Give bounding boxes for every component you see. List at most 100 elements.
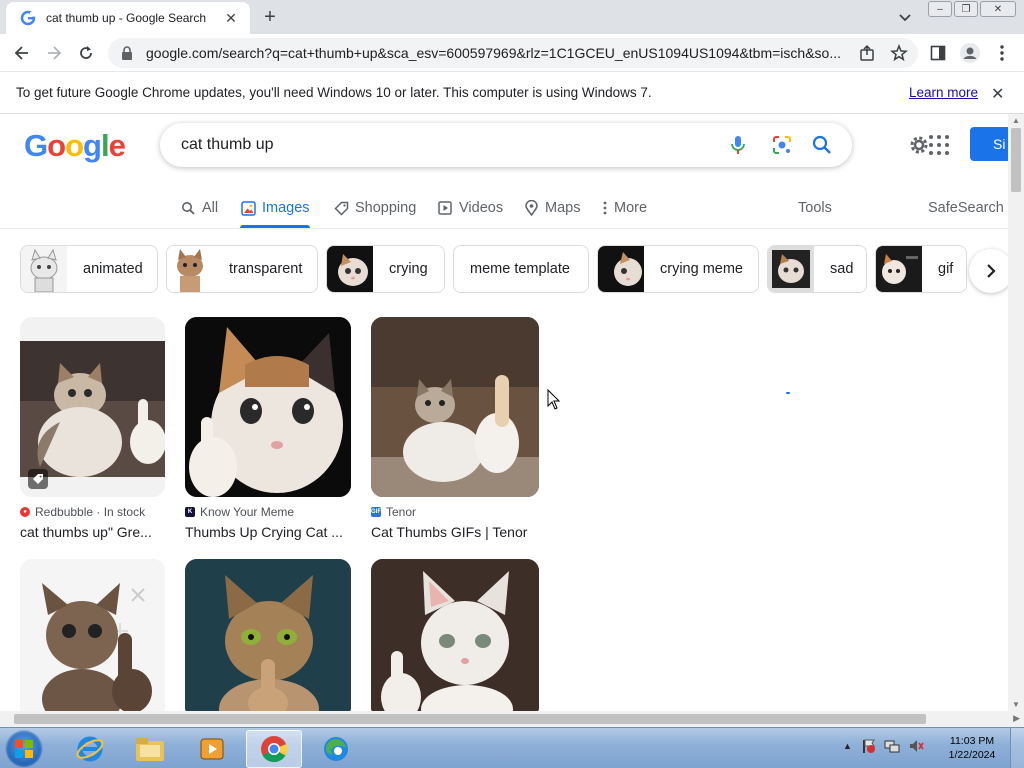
image-icon xyxy=(240,200,256,216)
system-tray: ▲ xyxy=(843,738,924,754)
profile-avatar-icon[interactable] xyxy=(958,41,982,65)
forward-button[interactable] xyxy=(42,41,66,65)
image-result[interactable]: K Know Your Meme Thumbs Up Crying Cat ..… xyxy=(185,317,351,540)
media-player-taskbar-button[interactable] xyxy=(184,730,240,768)
result-source: GIF Tenor xyxy=(371,505,417,519)
refinement-chips: animated transparent crying meme templat… xyxy=(20,245,1008,293)
tab-videos[interactable]: Videos xyxy=(437,188,503,228)
tab-more[interactable]: More xyxy=(602,188,647,228)
window-controls: – ❐ ✕ xyxy=(928,1,1016,17)
tools-button[interactable]: Tools xyxy=(798,188,832,228)
tab-maps[interactable]: Maps xyxy=(523,188,580,228)
chip-animated[interactable]: animated xyxy=(20,245,158,293)
microphone-icon[interactable] xyxy=(727,134,749,156)
browser-tab[interactable]: cat thumb up - Google Search ✕ xyxy=(6,2,250,34)
result-title[interactable]: Cat Thumbs GIFs | Tenor xyxy=(371,524,539,540)
internet-explorer-taskbar-button[interactable] xyxy=(62,730,118,768)
result-thumbnail[interactable] xyxy=(20,317,165,497)
restore-button[interactable]: ❐ xyxy=(954,1,978,17)
share-icon[interactable] xyxy=(858,44,876,67)
chrome-taskbar-button[interactable] xyxy=(246,730,302,768)
search-box[interactable]: cat thumb up xyxy=(160,123,852,167)
vertical-scroll-thumb[interactable] xyxy=(1011,128,1021,192)
safesearch-button[interactable]: SafeSearch xyxy=(928,188,1004,228)
image-result[interactable]: GIF Tenor Cat Thumbs GIFs | Tenor xyxy=(371,317,539,540)
loading-indicator xyxy=(786,392,790,394)
address-bar[interactable]: google.com/search?q=cat+thumb+up&sca_esv… xyxy=(108,38,918,68)
result-thumbnail[interactable] xyxy=(185,559,351,711)
more-vert-icon xyxy=(602,200,608,216)
image-result[interactable] xyxy=(371,559,539,711)
url-text[interactable]: google.com/search?q=cat+thumb+up&sca_esv… xyxy=(146,45,846,61)
minimize-button[interactable]: – xyxy=(928,1,952,17)
play-icon xyxy=(437,200,453,216)
google-apps-icon[interactable] xyxy=(929,135,949,155)
tag-icon xyxy=(333,200,349,216)
tab-close-icon[interactable]: ✕ xyxy=(222,9,240,27)
google-favicon-icon xyxy=(20,10,36,26)
sign-in-button[interactable]: Si xyxy=(970,127,1008,161)
google-logo[interactable]: Google xyxy=(24,128,126,164)
learn-more-link[interactable]: Learn more xyxy=(909,85,978,100)
result-thumbnail[interactable] xyxy=(20,559,165,711)
vertical-scrollbar[interactable]: ▲ ▼ xyxy=(1008,114,1024,711)
pin-icon xyxy=(523,200,539,216)
horizontal-scroll-thumb[interactable] xyxy=(14,714,926,724)
lock-icon[interactable] xyxy=(120,46,134,60)
tray-expand-icon[interactable]: ▲ xyxy=(843,741,852,751)
chrome-menu-icon[interactable] xyxy=(990,41,1014,65)
side-panel-icon[interactable] xyxy=(926,41,950,65)
chip-meme-template[interactable]: meme template xyxy=(453,245,589,293)
search-input[interactable]: cat thumb up xyxy=(181,136,274,154)
chips-next-button[interactable] xyxy=(969,249,1008,293)
result-thumbnail[interactable] xyxy=(185,317,351,497)
scroll-up-arrow-icon[interactable]: ▲ xyxy=(1012,116,1020,125)
start-button[interactable] xyxy=(5,730,43,768)
mouse-cursor-icon xyxy=(547,388,561,411)
chip-sad[interactable]: sad xyxy=(767,245,867,293)
result-thumbnail[interactable] xyxy=(371,317,539,497)
close-window-button[interactable]: ✕ xyxy=(980,1,1016,17)
edge-taskbar-button[interactable] xyxy=(308,730,364,768)
media-player-icon xyxy=(200,738,224,760)
result-title[interactable]: Thumbs Up Crying Cat ... xyxy=(185,524,351,540)
edge-icon xyxy=(324,737,348,761)
image-result[interactable] xyxy=(20,559,165,711)
bookmark-star-icon[interactable] xyxy=(890,43,908,67)
chip-crying-meme[interactable]: crying meme xyxy=(597,245,759,293)
back-button[interactable] xyxy=(10,41,34,65)
scroll-down-arrow-icon[interactable]: ▼ xyxy=(1012,700,1020,709)
tab-all[interactable]: All xyxy=(180,188,218,228)
image-result[interactable] xyxy=(185,559,351,711)
tab-images[interactable]: Images xyxy=(240,188,310,228)
search-icon[interactable] xyxy=(811,134,833,156)
reload-button[interactable] xyxy=(74,41,98,65)
action-center-flag-icon[interactable] xyxy=(860,738,876,754)
network-icon[interactable] xyxy=(884,738,900,754)
chip-gif[interactable]: gif xyxy=(875,245,967,293)
price-tag-icon xyxy=(28,469,48,489)
result-thumbnail[interactable] xyxy=(371,559,539,711)
windows-logo-icon xyxy=(15,740,33,758)
chip-thumbnail xyxy=(768,246,814,292)
infobar-close-icon[interactable]: ✕ xyxy=(991,84,1004,104)
chip-crying[interactable]: crying xyxy=(326,245,445,293)
new-tab-button[interactable]: + xyxy=(258,5,282,29)
result-title[interactable]: cat thumbs up" Gre... xyxy=(20,524,165,540)
chip-transparent[interactable]: transparent xyxy=(166,245,318,293)
scroll-right-arrow-icon[interactable]: ▶ xyxy=(1013,713,1020,724)
tab-search-chevron-icon[interactable] xyxy=(895,7,915,27)
file-explorer-taskbar-button[interactable] xyxy=(122,730,178,768)
tab-shopping[interactable]: Shopping xyxy=(333,188,416,228)
volume-muted-icon[interactable] xyxy=(908,738,924,754)
settings-gear-icon[interactable] xyxy=(907,133,931,157)
image-result[interactable]: ● Redbubble · In stock cat thumbs up" Gr… xyxy=(20,317,165,540)
infobar-message: To get future Google Chrome updates, you… xyxy=(16,85,652,100)
horizontal-scrollbar[interactable]: ▶ xyxy=(0,711,1024,727)
know-your-meme-favicon-icon: K xyxy=(185,507,195,517)
show-desktop-button[interactable] xyxy=(1010,728,1024,768)
google-lens-icon[interactable] xyxy=(771,134,793,156)
taskbar-clock[interactable]: 11:03 PM 1/22/2024 xyxy=(946,734,998,762)
browser-toolbar: google.com/search?q=cat+thumb+up&sca_esv… xyxy=(0,34,1024,72)
result-source: K Know Your Meme xyxy=(185,505,351,519)
